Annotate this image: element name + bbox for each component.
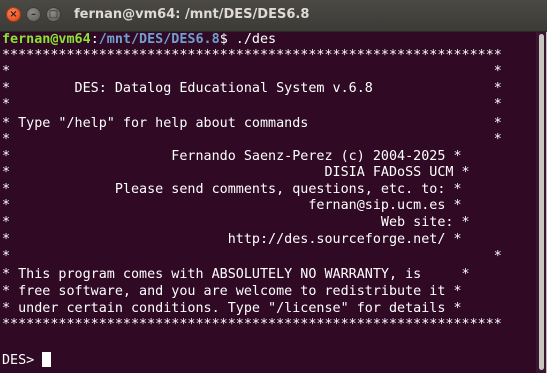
- text-cursor: [42, 352, 52, 367]
- window-title: fernan@vm64: /mnt/DES/DES6.8: [74, 7, 310, 22]
- shell-prompt-line: fernan@vm64:/mnt/DES/DES6.8$ ./des: [2, 32, 276, 48]
- banner-line: ****************************************…: [2, 48, 502, 63]
- banner-line: * Type "/help" for help about commands *: [2, 116, 502, 131]
- banner-line: * under certain conditions. Type "/licen…: [2, 301, 462, 316]
- prompt-symbol: $: [219, 32, 228, 47]
- banner-line: * http://des.sourceforge.net/ *: [2, 232, 462, 247]
- terminal-window: × – □ fernan@vm64: /mnt/DES/DES6.8 ferna…: [0, 0, 547, 373]
- scrollbar-thumb[interactable]: [539, 34, 544, 370]
- banner-line: * *: [2, 64, 502, 79]
- close-icon[interactable]: ×: [6, 7, 21, 22]
- prompt-separator: :: [90, 32, 99, 47]
- banner-line: * This program comes with ABSOLUTELY NO …: [2, 267, 470, 282]
- banner-line: * *: [2, 132, 502, 147]
- prompt-user-host: fernan@vm64: [2, 32, 91, 47]
- banner-line: * free software, and you are welcome to …: [2, 284, 462, 299]
- des-prompt: DES>: [2, 353, 43, 368]
- banner-line: * Web site: *: [2, 215, 470, 230]
- prompt-path: /mnt/DES/DES6.8: [98, 32, 220, 47]
- banner-line: ****************************************…: [2, 317, 502, 332]
- maximize-icon[interactable]: □: [46, 7, 61, 22]
- des-prompt-line[interactable]: DES>: [2, 352, 52, 368]
- banner-line: * Fernando Saenz-Perez (c) 2004-2025 *: [2, 149, 462, 164]
- banner-line: * fernan@sip.ucm.es *: [2, 198, 462, 213]
- prompt-command: ./des: [227, 32, 277, 47]
- title-bar[interactable]: × – □ fernan@vm64: /mnt/DES/DES6.8: [0, 0, 547, 32]
- banner-line: * *: [2, 249, 502, 264]
- banner-line: * *: [2, 97, 502, 112]
- banner-line: * Please send comments, questions, etc. …: [2, 182, 462, 197]
- banner-line: * DES: Datalog Educational System v.6.8 …: [2, 81, 502, 96]
- banner-line: * DISIA FADoSS UCM *: [2, 165, 470, 180]
- minimize-icon[interactable]: –: [26, 7, 41, 22]
- terminal-output[interactable]: fernan@vm64:/mnt/DES/DES6.8$ ./des *****…: [0, 32, 536, 373]
